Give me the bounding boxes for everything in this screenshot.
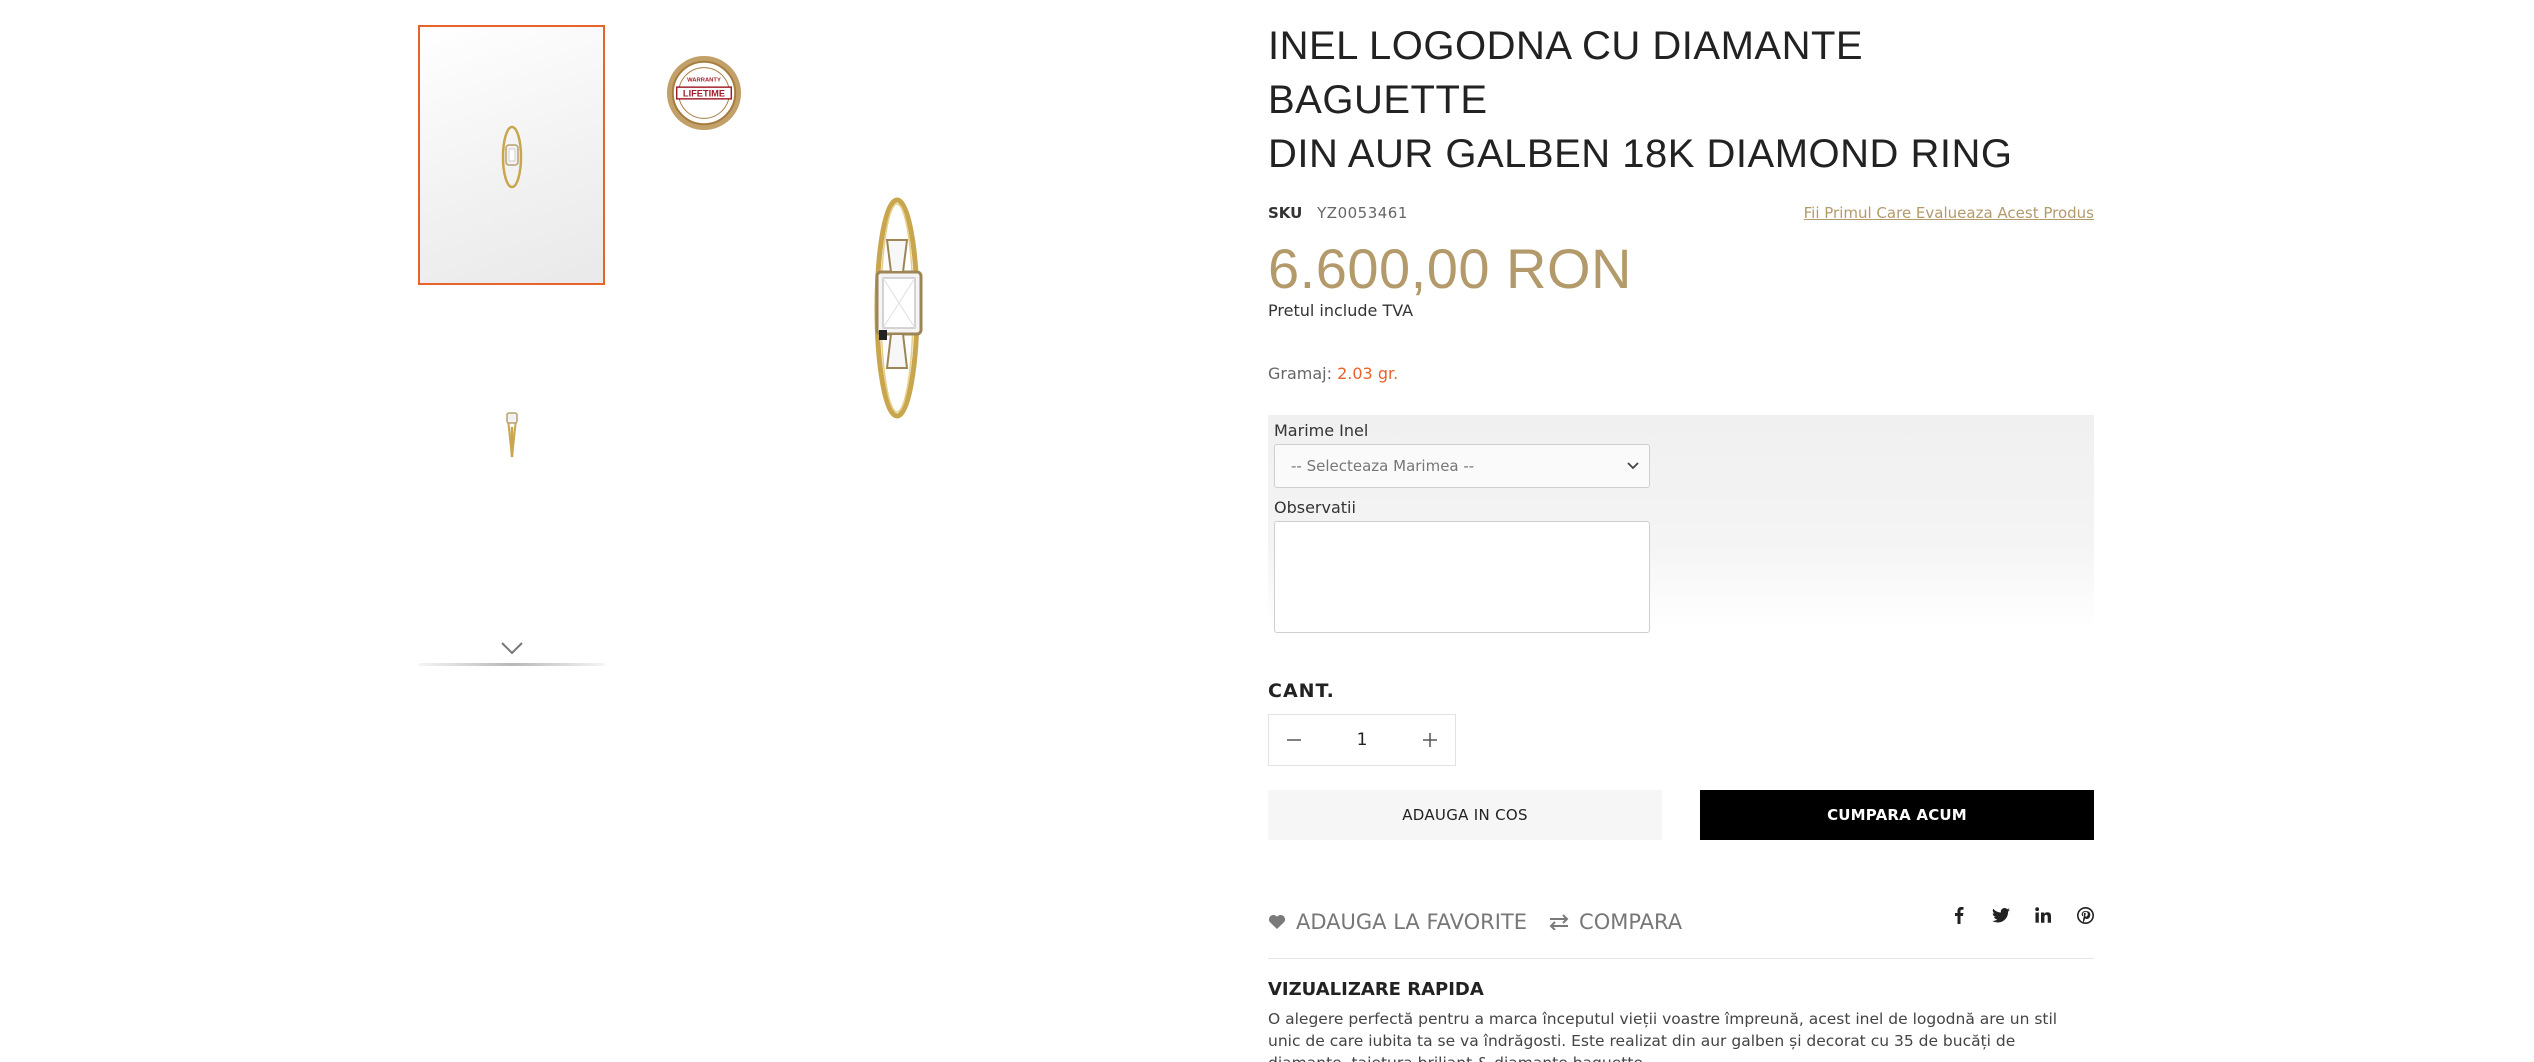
quantity-label: CANT. bbox=[1268, 680, 1335, 702]
linkedin-icon[interactable] bbox=[2034, 906, 2052, 924]
ring-size-selected: -- Selecteaza Marimea -- bbox=[1291, 457, 1475, 475]
compare-label: COMPARA bbox=[1579, 910, 1683, 934]
product-info: INEL LOGODNA CU DIAMANTE BAGUETTE DIN AU… bbox=[1268, 0, 2094, 1062]
lifetime-warranty-badge: LIFETIME WARRANTY bbox=[666, 55, 742, 131]
quantity-value: 1 bbox=[1356, 730, 1368, 750]
thumbnail-scroll-down[interactable] bbox=[418, 640, 605, 666]
product-price: 6.600,00 RON bbox=[1268, 237, 1632, 300]
compare-arrows-icon bbox=[1549, 914, 1569, 930]
quick-view-title: VIZUALIZARE RAPIDA bbox=[1268, 979, 1484, 1000]
divider bbox=[1268, 958, 2094, 959]
badge-text-warranty: WARRANTY bbox=[687, 77, 721, 83]
ring-side-thumbnail bbox=[505, 412, 518, 458]
product-title-line-1: INEL LOGODNA CU DIAMANTE BAGUETTE bbox=[1268, 24, 1864, 122]
thumbnail-strip bbox=[418, 25, 605, 565]
buy-now-button[interactable]: CUMPARA ACUM bbox=[1700, 790, 2094, 840]
thumbnail-1[interactable] bbox=[418, 25, 605, 285]
add-to-favorites-button[interactable]: ADAUGA LA FAVORITE bbox=[1268, 910, 1527, 934]
facebook-icon[interactable] bbox=[1950, 906, 1968, 924]
ring-size-label: Marime Inel bbox=[1274, 421, 1369, 440]
quick-view-description: O alegere perfectă pentru a marca începu… bbox=[1268, 1010, 2058, 1062]
quantity-increase-button[interactable] bbox=[1405, 715, 1455, 765]
product-actions: ADAUGA LA FAVORITE COMPARA bbox=[1268, 906, 2094, 934]
minus-icon bbox=[1287, 739, 1301, 741]
quantity-decrease-button[interactable] bbox=[1269, 715, 1319, 765]
add-to-cart-button[interactable]: ADAUGA IN COS bbox=[1268, 790, 1662, 840]
vat-note: Pretul include TVA bbox=[1268, 301, 1414, 320]
heart-icon bbox=[1268, 914, 1286, 929]
thumbnail-2[interactable] bbox=[418, 305, 605, 565]
product-options: Marime Inel -- Selecteaza Marimea -- Obs… bbox=[1268, 415, 2094, 633]
notes-textarea[interactable] bbox=[1274, 521, 1650, 633]
weight: Gramaj: 2.03 gr. bbox=[1268, 364, 2094, 383]
badge-text-lifetime: LIFETIME bbox=[683, 88, 725, 98]
quantity-input[interactable]: 1 bbox=[1319, 715, 1405, 765]
ring-image bbox=[874, 197, 923, 419]
product-title-line-2: DIN AUR GALBEN 18K DIAMOND RING bbox=[1268, 132, 2013, 176]
sku-label: SKU bbox=[1268, 204, 1303, 222]
weight-label: Gramaj: bbox=[1268, 364, 1333, 383]
ring-size-select[interactable]: -- Selecteaza Marimea -- bbox=[1274, 444, 1650, 488]
write-review-link[interactable]: Fii Primul Care Evalueaza Acest Produs bbox=[1804, 204, 2094, 222]
quantity-stepper: 1 bbox=[1268, 714, 1456, 766]
share-links bbox=[1950, 906, 2094, 924]
notes-label: Observatii bbox=[1274, 498, 1356, 517]
sku-value: YZ0053461 bbox=[1317, 204, 1408, 222]
add-to-favorites-label: ADAUGA LA FAVORITE bbox=[1296, 910, 1528, 934]
pinterest-icon[interactable] bbox=[2076, 906, 2094, 924]
product-title: INEL LOGODNA CU DIAMANTE BAGUETTE DIN AU… bbox=[1268, 19, 2094, 181]
chevron-down-icon bbox=[1627, 462, 1639, 470]
ring-front-thumbnail bbox=[501, 125, 522, 189]
twitter-icon[interactable] bbox=[1992, 906, 2010, 924]
chevron-down-icon bbox=[500, 642, 523, 655]
sku-row: SKU YZ0053461 Fii Primul Care Evalueaza … bbox=[1268, 201, 2094, 225]
buy-row: ADAUGA IN COS CUMPARA ACUM bbox=[1268, 790, 2094, 840]
sku: SKU YZ0053461 bbox=[1268, 204, 1408, 222]
compare-button[interactable]: COMPARA bbox=[1549, 910, 1682, 934]
weight-value: 2.03 gr. bbox=[1337, 364, 1399, 383]
wishlist-compare: ADAUGA LA FAVORITE COMPARA bbox=[1268, 910, 1682, 934]
plus-icon bbox=[1423, 733, 1437, 747]
